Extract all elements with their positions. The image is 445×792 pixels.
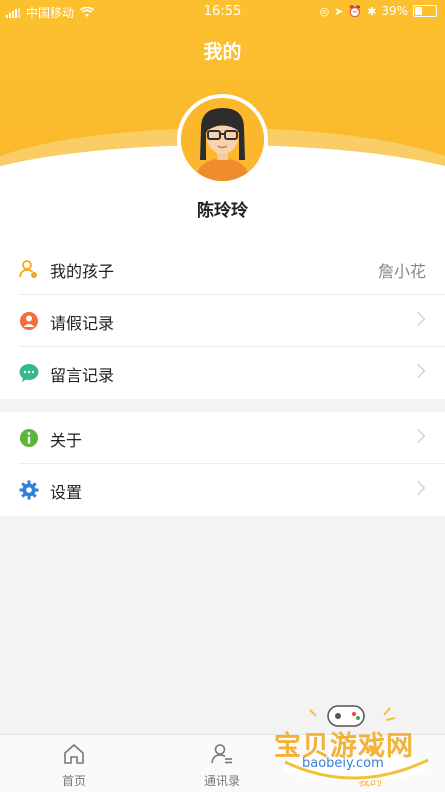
menu-item-about[interactable]: 关于 <box>0 412 445 464</box>
leave-record-icon <box>20 312 38 330</box>
menu-group-children: 我的孩子 詹小花 请假记录 留言记录 <box>0 243 445 399</box>
watermark-url: baobeiy.com <box>302 756 384 771</box>
alarm-icon: ⏰ <box>348 4 363 18</box>
battery-icon <box>413 5 437 17</box>
tab-home[interactable]: 首页 <box>0 735 148 792</box>
contacts-icon <box>211 744 232 764</box>
menu-item-label: 设置 <box>50 483 83 502</box>
menu-item-settings[interactable]: 设置 <box>0 464 445 516</box>
menu-item-label: 关于 <box>50 431 83 450</box>
user-name: 陈玲玲 <box>197 201 248 221</box>
child-user-icon <box>19 260 37 278</box>
chevron-right-icon <box>410 480 426 496</box>
avatar-portrait-icon <box>181 98 264 181</box>
home-icon <box>64 744 84 764</box>
status-bar: 中国移动 16:55 ◎ ➤ ⏰ ✱ 39% <box>0 0 445 22</box>
chevron-right-icon <box>410 311 426 327</box>
message-bubble-icon <box>19 364 39 382</box>
chevron-right-icon <box>410 428 426 444</box>
bluetooth-icon: ✱ <box>367 4 377 18</box>
info-icon <box>20 429 38 447</box>
menu-item-label: 留言记录 <box>50 366 115 385</box>
gear-icon <box>19 480 39 500</box>
page-title: 我的 <box>203 41 242 63</box>
chevron-right-icon <box>410 363 426 379</box>
menu-group-app: 关于 设置 <box>0 412 445 516</box>
menu-item-label: 我的孩子 <box>50 262 115 281</box>
menu-item-message-records[interactable]: 留言记录 <box>0 347 445 399</box>
lock-rotation-icon: ◎ <box>319 4 330 18</box>
menu-item-label: 请假记录 <box>50 314 115 333</box>
menu-item-leave-records[interactable]: 请假记录 <box>0 295 445 347</box>
location-icon: ➤ <box>334 4 344 18</box>
battery-percent: 39% <box>381 4 408 18</box>
menu-item-my-child[interactable]: 我的孩子 詹小花 <box>0 243 445 295</box>
watermark-logo: 宝贝游戏网 baobeiy.com <box>270 700 440 785</box>
child-name-value: 詹小花 <box>377 262 426 281</box>
avatar[interactable] <box>177 94 268 185</box>
tab-label: 首页 <box>61 774 86 788</box>
